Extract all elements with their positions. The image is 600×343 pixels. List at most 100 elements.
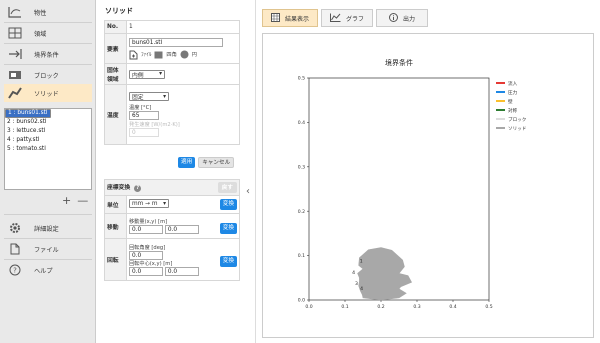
file-add-icon[interactable] xyxy=(129,50,138,60)
x-tick-label: 0.1 xyxy=(341,304,348,310)
element-file-option: ﾌｧｲﾙ xyxy=(141,52,152,58)
nav-divider xyxy=(4,259,92,260)
list-item[interactable]: 4 : patty.stl xyxy=(5,136,91,145)
rotate-angle-input[interactable]: 0.0 xyxy=(129,250,163,260)
element-rect-option: 四角 xyxy=(166,52,177,58)
nav-divider xyxy=(4,64,92,65)
tab-graph[interactable]: グラフ xyxy=(321,9,374,27)
rotate-label: 回転 xyxy=(104,238,127,281)
region-label: 固体領域 xyxy=(104,63,127,85)
x-tick-label: 0.4 xyxy=(449,304,456,310)
help-icon[interactable]: ? xyxy=(134,185,142,192)
file-icon xyxy=(4,242,26,256)
legend-label: 流入 xyxy=(508,80,518,87)
chevron-down-icon: ▾ xyxy=(163,93,166,100)
nav-divider xyxy=(4,214,92,215)
move-label: 移動 xyxy=(104,213,127,239)
gear-icon xyxy=(4,221,26,235)
tab-graph-label: グラフ xyxy=(346,15,365,23)
heat-rate-sub-label: 発生速度 [W/(m2·K)] xyxy=(129,122,180,128)
line-chart-icon xyxy=(330,13,341,24)
solid-file-list[interactable]: 1 : buns01.stl 2 : buns02.stl 3 : lettuc… xyxy=(4,108,92,190)
grid-icon xyxy=(271,12,280,24)
element-circle-option: 円 xyxy=(191,52,197,58)
nav-block[interactable]: ブロック xyxy=(4,66,92,84)
legend-label: 対称 xyxy=(508,107,518,114)
temperature-label: 温度 xyxy=(104,84,127,145)
y-tick-label: 0.3 xyxy=(298,164,305,170)
svg-text:?: ? xyxy=(13,267,17,275)
apply-button[interactable]: 適用 xyxy=(178,157,196,168)
list-item[interactable]: 1 : buns01.stl xyxy=(5,109,51,118)
move-convert-button[interactable]: 変換 xyxy=(219,223,237,234)
boundary-chart: 境界条件 0.0 0.1 0.2 0.3 0.4 0.5 0.0 0.1 0.2 0.3 0.4 0.5… xyxy=(298,58,527,310)
nav-domain[interactable]: 領域 xyxy=(4,24,92,42)
tab-output-label: 出力 xyxy=(403,15,416,23)
list-item[interactable]: 2 : buns02.stl xyxy=(5,118,91,127)
panel-title: ソリッド xyxy=(105,7,133,15)
unit-convert-button[interactable]: 変換 xyxy=(219,199,237,210)
remove-solid-button[interactable]: — xyxy=(77,194,94,207)
rotate-center-x-input[interactable]: 0.0 xyxy=(129,266,163,276)
form-action-buttons: 適用 キャンセル xyxy=(178,157,235,168)
list-item[interactable]: 3 : lettuce.stl xyxy=(5,127,91,136)
x-tick-label: 0.0 xyxy=(305,304,312,310)
domain-grid-icon xyxy=(4,26,26,40)
nav-help-label: ヘルプ xyxy=(34,267,53,275)
unit-select[interactable]: mm → m ▾ xyxy=(129,199,169,208)
rotate-angle-sub-label: 回転角度 [deg] xyxy=(129,244,166,251)
nav-help[interactable]: ? ヘルプ xyxy=(4,261,92,279)
left-navigation: 物性 領域 境界条件 ブロック ソリッド 1 : buns01.stl 2 : … xyxy=(0,0,96,343)
nav-domain-label: 領域 xyxy=(34,30,47,38)
collapse-panel-icon[interactable]: ‹ xyxy=(246,186,250,197)
nav-divider xyxy=(4,43,92,44)
nav-divider xyxy=(4,22,92,23)
nav-boundary-label: 境界条件 xyxy=(34,51,59,59)
x-tick-label: 0.5 xyxy=(485,304,492,310)
nav-file-label: ファイル xyxy=(34,246,59,254)
solid-label: 4 xyxy=(352,270,355,276)
legend-label: ブロック xyxy=(508,116,526,123)
unit-select-value: mm → m xyxy=(132,200,158,207)
temperature-input[interactable]: 65 xyxy=(129,111,159,120)
rotate-convert-button[interactable]: 変換 xyxy=(219,255,237,267)
solid-label: 1 xyxy=(360,258,363,264)
move-y-input[interactable]: 0.0 xyxy=(164,225,199,234)
region-select-value: 内側 xyxy=(132,72,144,79)
tab-output[interactable]: 出力 xyxy=(376,9,429,27)
block-icon xyxy=(4,68,26,82)
nav-divider xyxy=(4,238,92,239)
panel-divider xyxy=(255,0,256,343)
plot-frame: 境界条件 0.0 0.1 0.2 0.3 0.4 0.5 0.0 0.1 0.2 0.3 0.4 0.5… xyxy=(262,33,594,338)
list-controls: +— xyxy=(62,194,94,207)
nav-advanced-settings[interactable]: 詳細設定 xyxy=(4,219,92,237)
boundary-arrow-icon xyxy=(4,47,26,61)
list-item[interactable]: 5 : tomato.stl xyxy=(5,145,91,154)
circle-icon[interactable] xyxy=(180,50,189,59)
solid-label: 4 xyxy=(360,286,363,292)
nav-advanced-settings-label: 詳細設定 xyxy=(34,225,59,233)
element-file-input[interactable]: buns01.stl xyxy=(129,37,223,47)
unit-label: 単位 xyxy=(104,195,127,214)
region-select[interactable]: 内側 ▾ xyxy=(129,69,165,79)
nav-file[interactable]: ファイル xyxy=(4,240,92,258)
temperature-mode-value: 固定 xyxy=(132,95,144,101)
nav-material[interactable]: 物性 xyxy=(4,3,92,21)
result-tabs: 結果表示 グラフ 出力 xyxy=(262,9,431,27)
reset-button[interactable]: 戻す xyxy=(217,182,237,193)
move-x-input[interactable]: 0.0 xyxy=(129,225,163,234)
no-label: No. xyxy=(104,20,127,34)
transform-form: 座標変換 ? 戻す 単位 mm → m ▾ 変換 移動 変換 移動量(x,y) [… xyxy=(104,179,240,281)
tab-results[interactable]: 結果表示 xyxy=(262,9,319,27)
no-value: 1 xyxy=(126,20,240,34)
nav-boundary[interactable]: 境界条件 xyxy=(4,45,92,63)
rotate-center-y-input[interactable]: 0.0 xyxy=(164,266,199,276)
nav-solid[interactable]: ソリッド xyxy=(4,84,92,102)
cancel-button[interactable]: キャンセル xyxy=(198,157,235,168)
solid-icon xyxy=(4,86,26,100)
element-type-options: ﾌｧｲﾙ 四角 円 xyxy=(129,50,237,60)
element-label: 要素 xyxy=(104,33,127,64)
add-solid-button[interactable]: + xyxy=(62,194,77,207)
rectangle-icon[interactable] xyxy=(154,51,163,59)
temperature-mode-select[interactable]: 固定 ▾ xyxy=(129,92,169,101)
